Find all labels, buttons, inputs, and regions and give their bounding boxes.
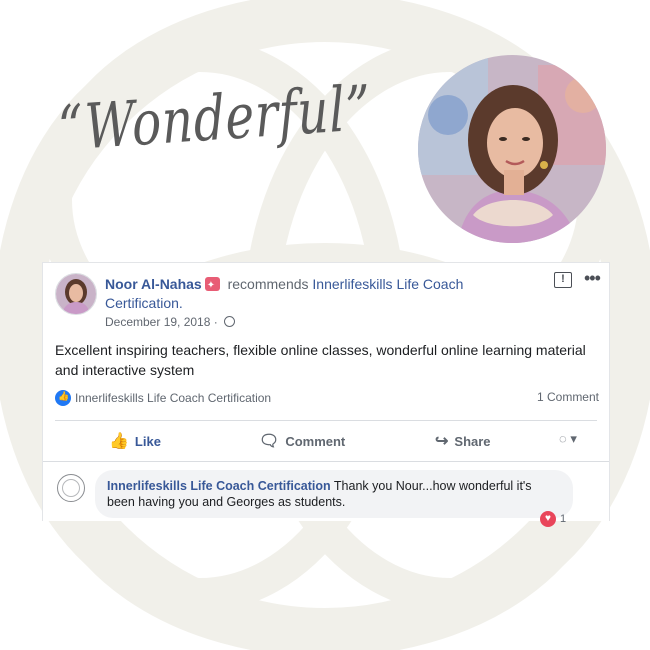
globe-icon [224,316,236,327]
comment-bubble: Innerlifeskills Life Coach Certification… [95,470,573,518]
audience-selector[interactable]: ◌ ▾ [559,431,577,447]
comment-author[interactable]: Innerlifeskills Life Coach Certification [107,479,331,493]
post-body: Excellent inspiring teachers, flexible o… [55,342,586,378]
author-name[interactable]: Noor Al-Nahas [105,276,202,292]
post-headline: Noor Al-Nahas recommends Innerlifeskills… [105,275,535,313]
share-icon: ↪ [435,433,449,450]
reviewer-portrait [418,55,606,243]
love-icon: ♥ [540,511,556,527]
comment-count[interactable]: 1 Comment [537,390,599,404]
comment-label: Comment [285,433,346,449]
facebook-recommendation-card: Noor Al-Nahas recommends Innerlifeskills… [42,262,610,527]
share-label: Share [454,433,491,449]
like-button[interactable]: 👍 Like [109,431,161,451]
divider [55,420,597,421]
post-date-row: December 19, 2018 · [105,315,236,329]
author-avatar[interactable] [55,273,97,315]
share-button[interactable]: ↪ Share [435,431,491,451]
audience-icon: ◌ ▾ [559,431,577,446]
comment-reaction-count: 1 [560,513,567,525]
reaction-summary[interactable]: Innerlifeskills Life Coach Certification [55,390,271,406]
more-icon[interactable]: ••• [584,268,601,289]
report-icon[interactable]: ! [554,272,572,288]
reaction-names: Innerlifeskills Life Coach Certification [75,391,272,405]
recommend-badge-icon [204,276,220,295]
recommends-verb: recommends [227,276,309,292]
comment-button[interactable]: 🗨 Comment [259,431,345,451]
like-icon: 👍 [109,433,129,450]
like-label: Like [134,433,161,449]
page-avatar[interactable] [57,474,85,502]
post-date[interactable]: December 19, 2018 · [105,315,218,329]
comment-icon: 🗨 [259,433,280,450]
comment-item: Innerlifeskills Life Coach Certification… [43,462,609,527]
comment-reactions[interactable]: ♥ 1 [540,511,566,527]
like-reaction-icon [55,390,71,406]
